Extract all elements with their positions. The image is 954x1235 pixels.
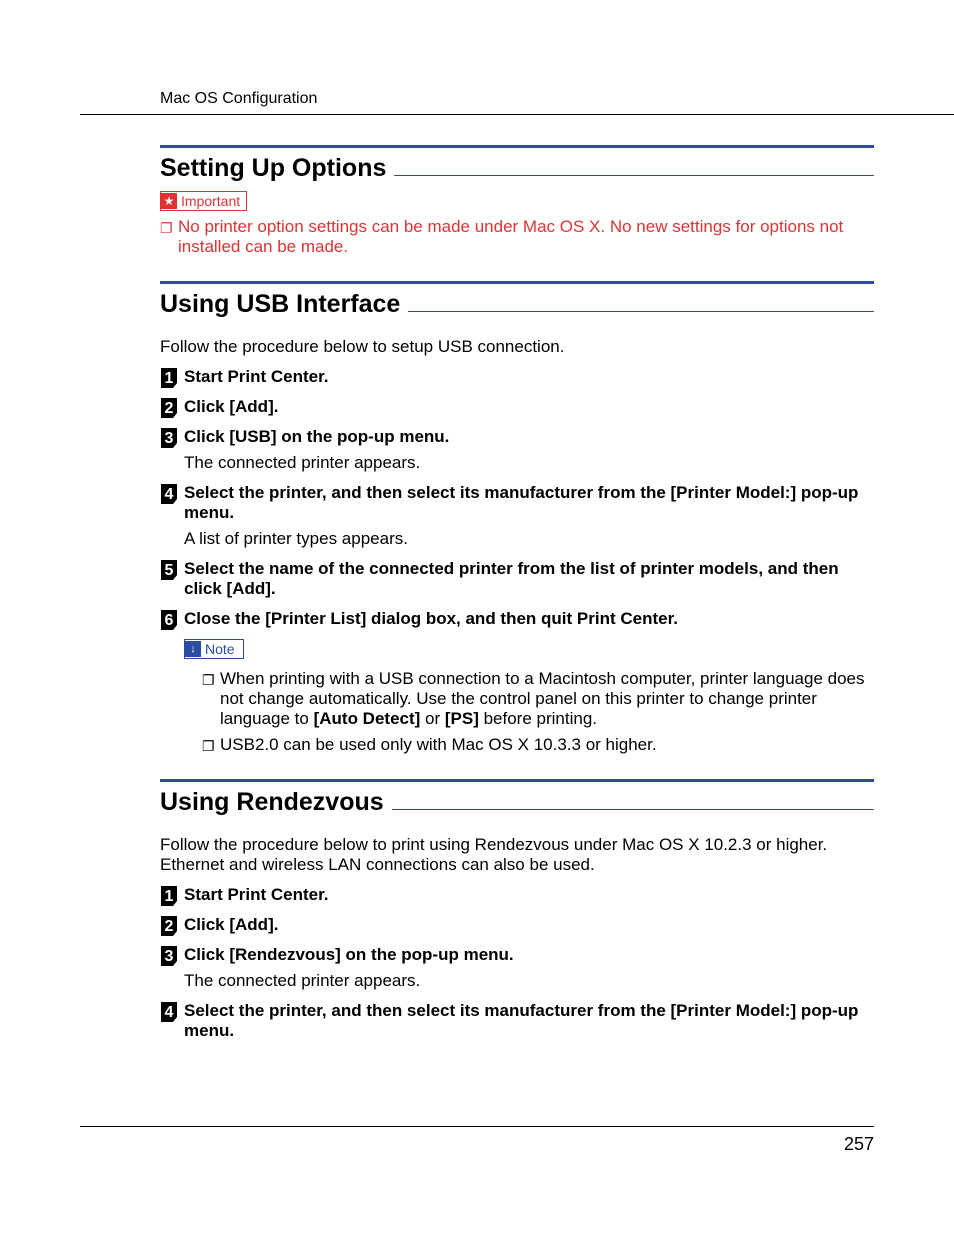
step-number-icon: 1	[160, 367, 178, 389]
svg-text:2: 2	[165, 918, 174, 935]
step: 5 Select the name of the connected print…	[160, 559, 874, 599]
step-number-icon: 2	[160, 915, 178, 937]
note-label: Note	[205, 641, 235, 657]
step-number-icon: 1	[160, 885, 178, 907]
note-item: When printing with a USB connection to a…	[220, 669, 874, 729]
svg-text:1: 1	[165, 888, 174, 905]
step-title: Click [Add].	[184, 397, 278, 416]
step: 4 Select the printer, and then select it…	[160, 1001, 874, 1041]
svg-text:1: 1	[165, 370, 174, 387]
section-underline	[408, 311, 874, 312]
step-title: Start Print Center.	[184, 367, 329, 386]
steps-list: 1 Start Print Center. 2 Click [Add]. 3 C…	[160, 367, 874, 629]
step: 4 Select the printer, and then select it…	[160, 483, 874, 549]
svg-text:6: 6	[165, 612, 174, 629]
down-arrow-icon: ↓	[185, 641, 201, 657]
step-title: Click [Rendezvous] on the pop-up menu.	[184, 945, 514, 964]
step-title: Close the [Printer List] dialog box, and…	[184, 609, 678, 628]
running-header: Mac OS Configuration	[160, 90, 874, 108]
step-number-icon: 3	[160, 945, 178, 967]
svg-text:4: 4	[165, 486, 174, 503]
step-number-icon: 2	[160, 397, 178, 419]
step-body: The connected printer appears.	[184, 453, 874, 473]
section-using-rendezvous: Using Rendezvous Follow the procedure be…	[160, 779, 874, 1041]
important-label: Important	[181, 193, 240, 209]
section-using-usb: Using USB Interface Follow the procedure…	[160, 281, 874, 755]
note-list: When printing with a USB connection to a…	[202, 669, 874, 755]
step-title: Select the name of the connected printer…	[184, 559, 839, 598]
header-rule	[80, 114, 954, 115]
step: 2 Click [Add].	[160, 397, 874, 417]
note-item: USB2.0 can be used only with Mac OS X 10…	[220, 735, 874, 755]
section-topbar	[160, 779, 874, 782]
step-body: The connected printer appears.	[184, 971, 874, 991]
svg-text:3: 3	[165, 948, 174, 965]
step-number-icon: 4	[160, 483, 178, 505]
star-icon: ★	[161, 193, 177, 209]
section-heading: Setting Up Options	[160, 154, 386, 183]
svg-text:3: 3	[165, 430, 174, 447]
important-badge: ★ Important	[160, 191, 247, 211]
step-title: Select the printer, and then select its …	[184, 483, 858, 522]
svg-text:2: 2	[165, 400, 174, 417]
svg-text:5: 5	[165, 562, 174, 579]
section-intro: Follow the procedure below to print usin…	[160, 835, 874, 875]
section-heading: Using Rendezvous	[160, 788, 384, 817]
step: 3 Click [Rendezvous] on the pop-up menu.…	[160, 945, 874, 991]
page-number: 257	[844, 1134, 874, 1155]
section-heading: Using USB Interface	[160, 290, 400, 319]
step: 6 Close the [Printer List] dialog box, a…	[160, 609, 874, 629]
step-number-icon: 4	[160, 1001, 178, 1023]
step-title: Click [Add].	[184, 915, 278, 934]
step: 1 Start Print Center.	[160, 885, 874, 905]
step: 3 Click [USB] on the pop-up menu. The con…	[160, 427, 874, 473]
steps-list: 1 Start Print Center. 2 Click [Add]. 3 C…	[160, 885, 874, 1041]
section-underline	[392, 809, 874, 810]
section-topbar	[160, 281, 874, 284]
section-setting-up-options: Setting Up Options ★ Important No printe…	[160, 145, 874, 257]
step-title: Click [USB] on the pop-up menu.	[184, 427, 449, 446]
step-number-icon: 6	[160, 609, 178, 631]
page: Mac OS Configuration Setting Up Options …	[0, 0, 954, 1235]
important-text: No printer option settings can be made u…	[178, 217, 874, 257]
footer-rule	[80, 1126, 874, 1127]
step-body: A list of printer types appears.	[184, 529, 874, 549]
section-underline	[394, 175, 874, 176]
step: 1 Start Print Center.	[160, 367, 874, 387]
step-number-icon: 3	[160, 427, 178, 449]
step-number-icon: 5	[160, 559, 178, 581]
step-title: Start Print Center.	[184, 885, 329, 904]
step-title: Select the printer, and then select its …	[184, 1001, 858, 1040]
step: 2 Click [Add].	[160, 915, 874, 935]
section-topbar	[160, 145, 874, 148]
svg-text:4: 4	[165, 1004, 174, 1021]
section-intro: Follow the procedure below to setup USB …	[160, 337, 874, 357]
note-badge: ↓ Note	[184, 639, 244, 659]
